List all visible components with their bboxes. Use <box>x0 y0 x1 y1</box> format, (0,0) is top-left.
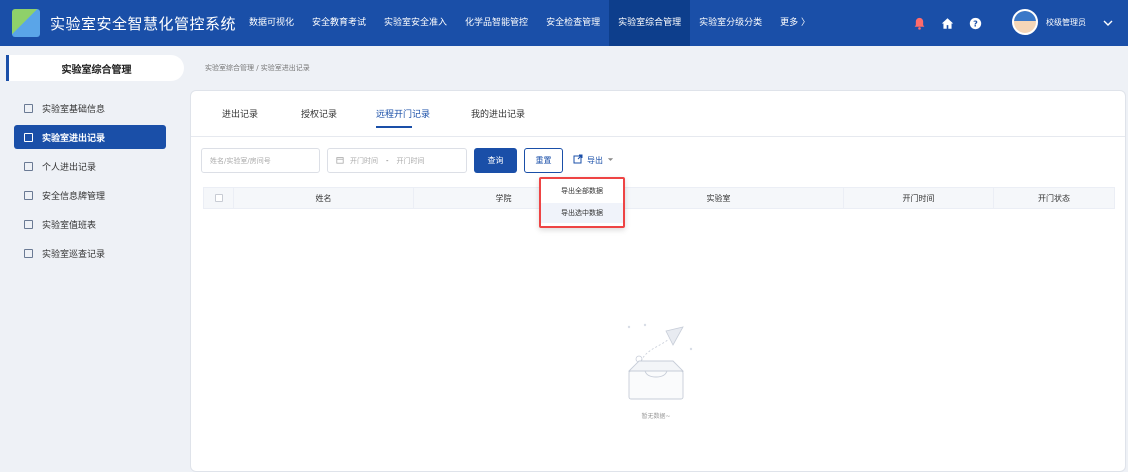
menu-item-export-selected[interactable]: 导出选中数据 <box>541 203 623 223</box>
help-icon[interactable]: ? <box>968 16 982 30</box>
calendar-icon <box>24 219 33 229</box>
select-all-checkbox[interactable] <box>214 194 223 202</box>
sidebar-header: 实验室综合管理 <box>6 55 184 81</box>
date-separator: - <box>386 156 389 165</box>
export-label: 导出 <box>587 155 603 165</box>
sidebar-item-lab-basic-info[interactable]: 实验室基础信息 <box>14 96 166 120</box>
sidebar-item-safety-sign[interactable]: 安全信息牌管理 <box>14 183 166 207</box>
bell-icon[interactable] <box>912 16 926 30</box>
sign-icon <box>24 190 33 200</box>
avatar[interactable] <box>1012 9 1038 35</box>
sidebar-menu: 实验室基础信息 实验室进出记录 个人进出记录 安全信息牌管理 实验室值班表 实验… <box>0 96 180 270</box>
nav-item-chemical-control[interactable]: 化学品智能管控 <box>456 0 537 46</box>
nav-item-lab-management[interactable]: 实验室综合管理 <box>609 0 691 46</box>
nav-item-safety-education-exam[interactable]: 安全教育考试 <box>303 0 375 46</box>
top-icons: ? <box>912 0 982 46</box>
chevron-down-icon[interactable] <box>1102 17 1114 29</box>
record-icon <box>24 132 33 142</box>
user-name[interactable]: 校级管理员 <box>1046 0 1086 46</box>
sidebar-item-duty-roster[interactable]: 实验室值班表 <box>14 212 166 236</box>
tab-my-access-records[interactable]: 我的进出记录 <box>471 107 525 120</box>
export-icon <box>573 154 583 166</box>
svg-text:?: ? <box>973 18 978 28</box>
app-logo <box>12 9 40 37</box>
column-header-lab[interactable]: 实验室 <box>594 188 844 208</box>
date-start-placeholder[interactable]: 开门时间 <box>350 156 378 166</box>
tab-access-records[interactable]: 进出记录 <box>222 107 258 120</box>
reset-button[interactable]: 重置 <box>524 148 563 173</box>
menu-item-export-all[interactable]: 导出全部数据 <box>541 181 623 201</box>
sidebar-item-label: 实验室值班表 <box>42 220 97 231</box>
clipboard-icon <box>24 248 33 258</box>
document-icon <box>24 103 33 113</box>
calendar-icon <box>24 161 33 171</box>
sidebar-item-label: 个人进出记录 <box>42 162 97 173</box>
export-button[interactable]: 导出 <box>573 152 614 168</box>
column-header-name[interactable]: 姓名 <box>234 188 414 208</box>
calendar-icon <box>336 156 344 166</box>
nav-item-safety-inspection[interactable]: 安全检查管理 <box>537 0 609 46</box>
nav-item-data-visualization[interactable]: 数据可视化 <box>240 0 303 46</box>
select-all-cell <box>204 188 234 208</box>
date-end-placeholder[interactable]: 开门时间 <box>397 156 425 166</box>
nav-item-more[interactable]: 更多 〉 <box>771 0 819 46</box>
empty-text: 暂无数据~ <box>641 413 671 420</box>
nav-item-lab-access[interactable]: 实验室安全准入 <box>375 0 456 46</box>
sidebar-item-label: 安全信息牌管理 <box>42 191 106 202</box>
tab-active-indicator <box>376 126 412 128</box>
tab-remote-open-records[interactable]: 远程开门记录 <box>376 107 430 120</box>
sidebar-item-patrol-records[interactable]: 实验室巡查记录 <box>14 241 166 265</box>
breadcrumb: 实验室综合管理 / 实验室进出记录 <box>205 64 310 72</box>
query-button[interactable]: 查询 <box>474 148 517 173</box>
date-range-picker[interactable]: 开门时间 - 开门时间 <box>327 148 467 173</box>
sidebar-item-label: 实验室巡查记录 <box>42 249 106 260</box>
sidebar-item-lab-access-records[interactable]: 实验室进出记录 <box>14 125 166 149</box>
empty-state: 暂无数据~ <box>611 319 701 429</box>
table-header: 姓名 学院 实验室 开门时间 开门状态 <box>203 187 1115 209</box>
main-panel: 进出记录 授权记录 远程开门记录 我的进出记录 姓名/实验室/房间号 开门时间 … <box>190 90 1126 472</box>
search-input[interactable]: 姓名/实验室/房间号 <box>201 148 320 173</box>
caret-down-icon <box>607 156 614 165</box>
empty-box-icon <box>627 323 693 400</box>
export-dropdown-menu: 导出全部数据 导出选中数据 <box>539 177 625 228</box>
app-title: 实验室安全智慧化管控系统 <box>50 14 237 33</box>
column-header-open-status[interactable]: 开门状态 <box>994 188 1114 208</box>
top-navbar: 实验室安全智慧化管控系统 数据可视化 安全教育考试 实验室安全准入 化学品智能管… <box>0 0 1128 46</box>
sidebar-item-label: 实验室基础信息 <box>42 104 106 115</box>
sidebar-item-personal-records[interactable]: 个人进出记录 <box>14 154 166 178</box>
home-icon[interactable] <box>940 16 954 30</box>
column-header-open-time[interactable]: 开门时间 <box>844 188 994 208</box>
main-nav: 数据可视化 安全教育考试 实验室安全准入 化学品智能管控 安全检查管理 实验室综… <box>240 0 819 46</box>
sidebar-item-label: 实验室进出记录 <box>42 133 106 144</box>
tab-authorization-records[interactable]: 授权记录 <box>301 107 337 120</box>
tab-bar: 进出记录 授权记录 远程开门记录 我的进出记录 <box>191 91 1125 137</box>
search-placeholder: 姓名/实验室/房间号 <box>210 156 271 165</box>
nav-item-lab-classification[interactable]: 实验室分级分类 <box>690 0 771 46</box>
